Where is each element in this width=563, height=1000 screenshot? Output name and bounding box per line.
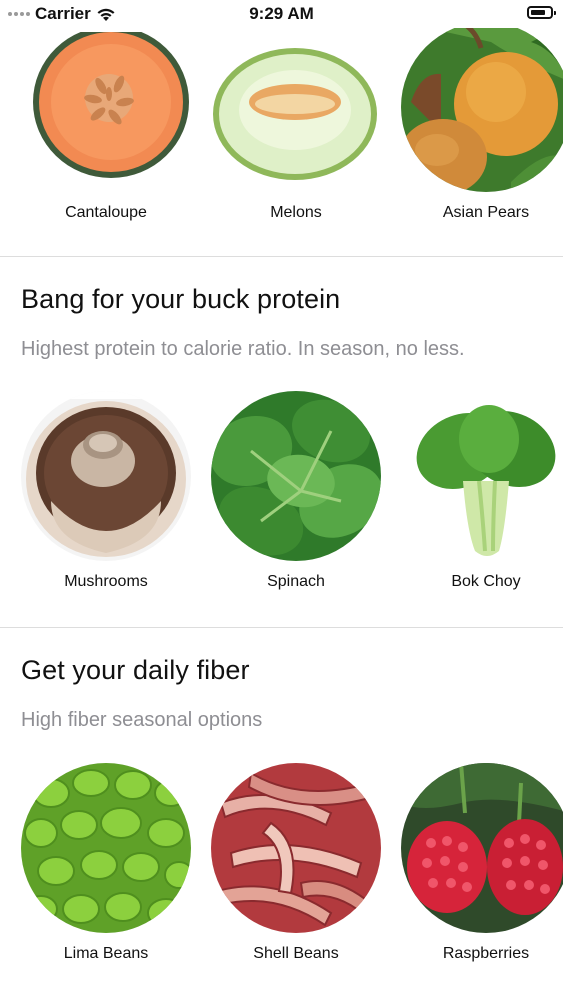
bok-choy-image [401,391,563,561]
item-label: Mushrooms [64,573,148,590]
item-label: Asian Pears [442,204,530,221]
section-subtitle: Highest protein to calorie ratio. In sea… [21,338,465,360]
item-label: Raspberries [442,945,530,962]
item-label: Spinach [267,573,325,590]
section-title: Bang for your buck protein [21,284,341,314]
food-item[interactable]: Shell Beans [211,763,381,963]
raspberries-image [401,763,563,933]
food-item[interactable]: Spinach [211,391,381,591]
spinach-image [211,391,381,561]
melon-image [211,22,381,192]
shell-beans-image [211,763,381,933]
app-screen: Carrier 9:29 AM Cantaloupe Melons Asian … [0,0,563,1000]
fruit-section: Cantaloupe Melons Asian Pears [0,0,563,256]
asian-pear-image [401,22,563,192]
food-item[interactable]: Melons [211,22,381,222]
section-subtitle: High fiber seasonal options [21,709,263,731]
item-label: Bok Choy [451,573,521,590]
food-item[interactable]: Bok Choy [401,391,563,591]
food-item[interactable]: Lima Beans [21,763,191,963]
battery-icon [527,6,556,19]
food-item[interactable]: Asian Pears [401,22,563,222]
cantaloupe-image [21,22,191,192]
lima-beans-image [21,763,191,933]
mushroom-image [21,391,191,561]
food-item[interactable]: Mushrooms [21,391,191,591]
section-title: Get your daily fiber [21,655,250,685]
protein-section: Bang for your buck protein Highest prote… [0,256,563,628]
food-item[interactable]: Cantaloupe [21,22,191,222]
status-time: 9:29 AM [249,4,314,23]
item-label: Shell Beans [253,945,339,962]
item-label: Lima Beans [63,945,149,962]
item-label: Melons [270,204,322,221]
food-item[interactable]: Raspberries [401,763,563,963]
item-label: Cantaloupe [65,204,147,221]
status-bar: Carrier 9:29 AM [0,0,563,28]
fiber-section: Get your daily fiber High fiber seasonal… [0,627,563,1000]
